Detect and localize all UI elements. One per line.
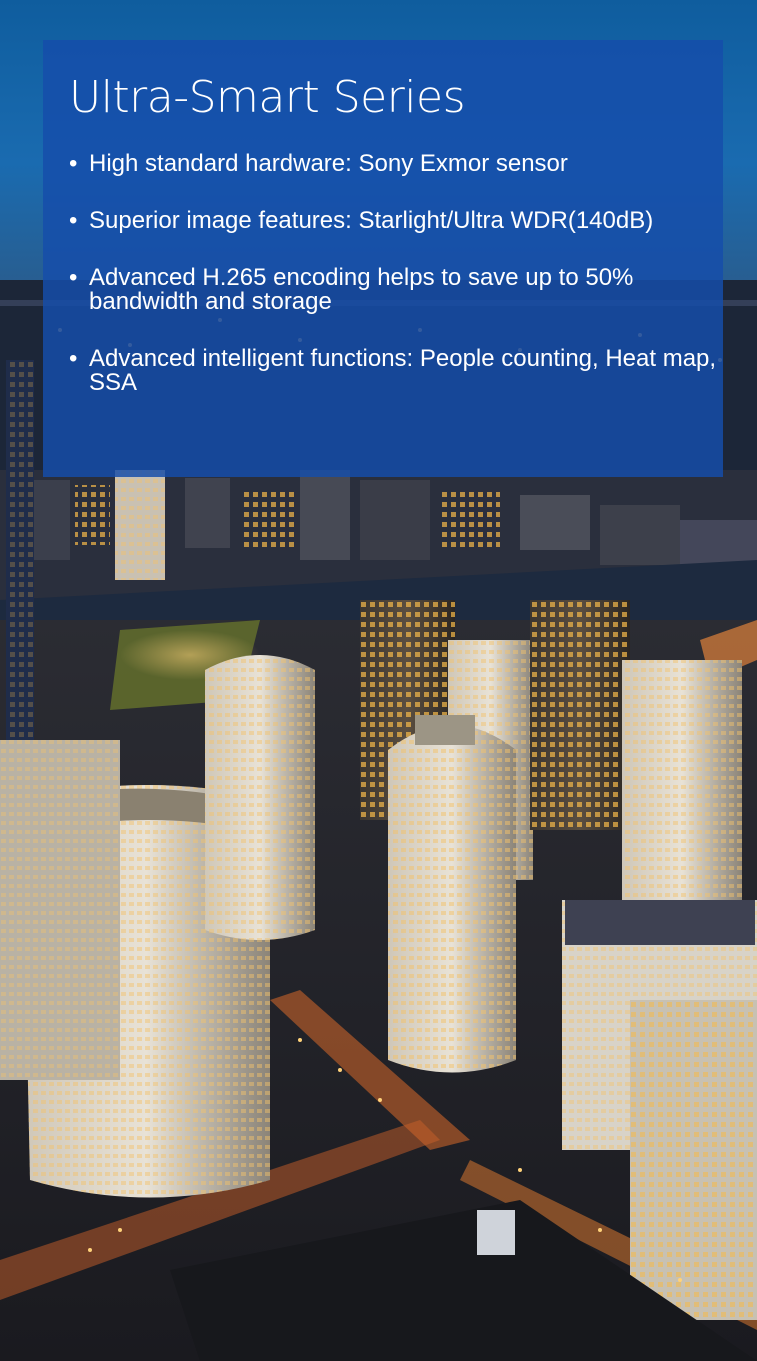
bullet-icon: • bbox=[69, 264, 78, 291]
slide-title: Ultra-Smart Series bbox=[69, 72, 466, 123]
bullet-icon: • bbox=[69, 345, 78, 372]
bullet-icon: • bbox=[69, 207, 78, 234]
feature-list: • High standard hardware: Sony Exmor sen… bbox=[69, 152, 723, 395]
bullet-icon: • bbox=[69, 150, 78, 177]
slide: Ultra-Smart Series • High standard hardw… bbox=[0, 0, 757, 1361]
feature-bullet-image: • Superior image features: Starlight/Ult… bbox=[69, 209, 723, 233]
feature-text: High standard hardware: Sony Exmor senso… bbox=[89, 150, 568, 177]
feature-bullet-encoding: • Advanced H.265 encoding helps to save … bbox=[69, 266, 723, 314]
feature-text: Advanced intelligent functions: People c… bbox=[89, 345, 717, 396]
text-overlay-panel: Ultra-Smart Series • High standard hardw… bbox=[43, 40, 723, 477]
feature-bullet-hardware: • High standard hardware: Sony Exmor sen… bbox=[69, 152, 723, 176]
feature-text: Superior image features: Starlight/Ultra… bbox=[89, 207, 654, 234]
feature-text: Advanced H.265 encoding helps to save up… bbox=[89, 264, 634, 315]
feature-bullet-intelligent: • Advanced intelligent functions: People… bbox=[69, 347, 723, 395]
